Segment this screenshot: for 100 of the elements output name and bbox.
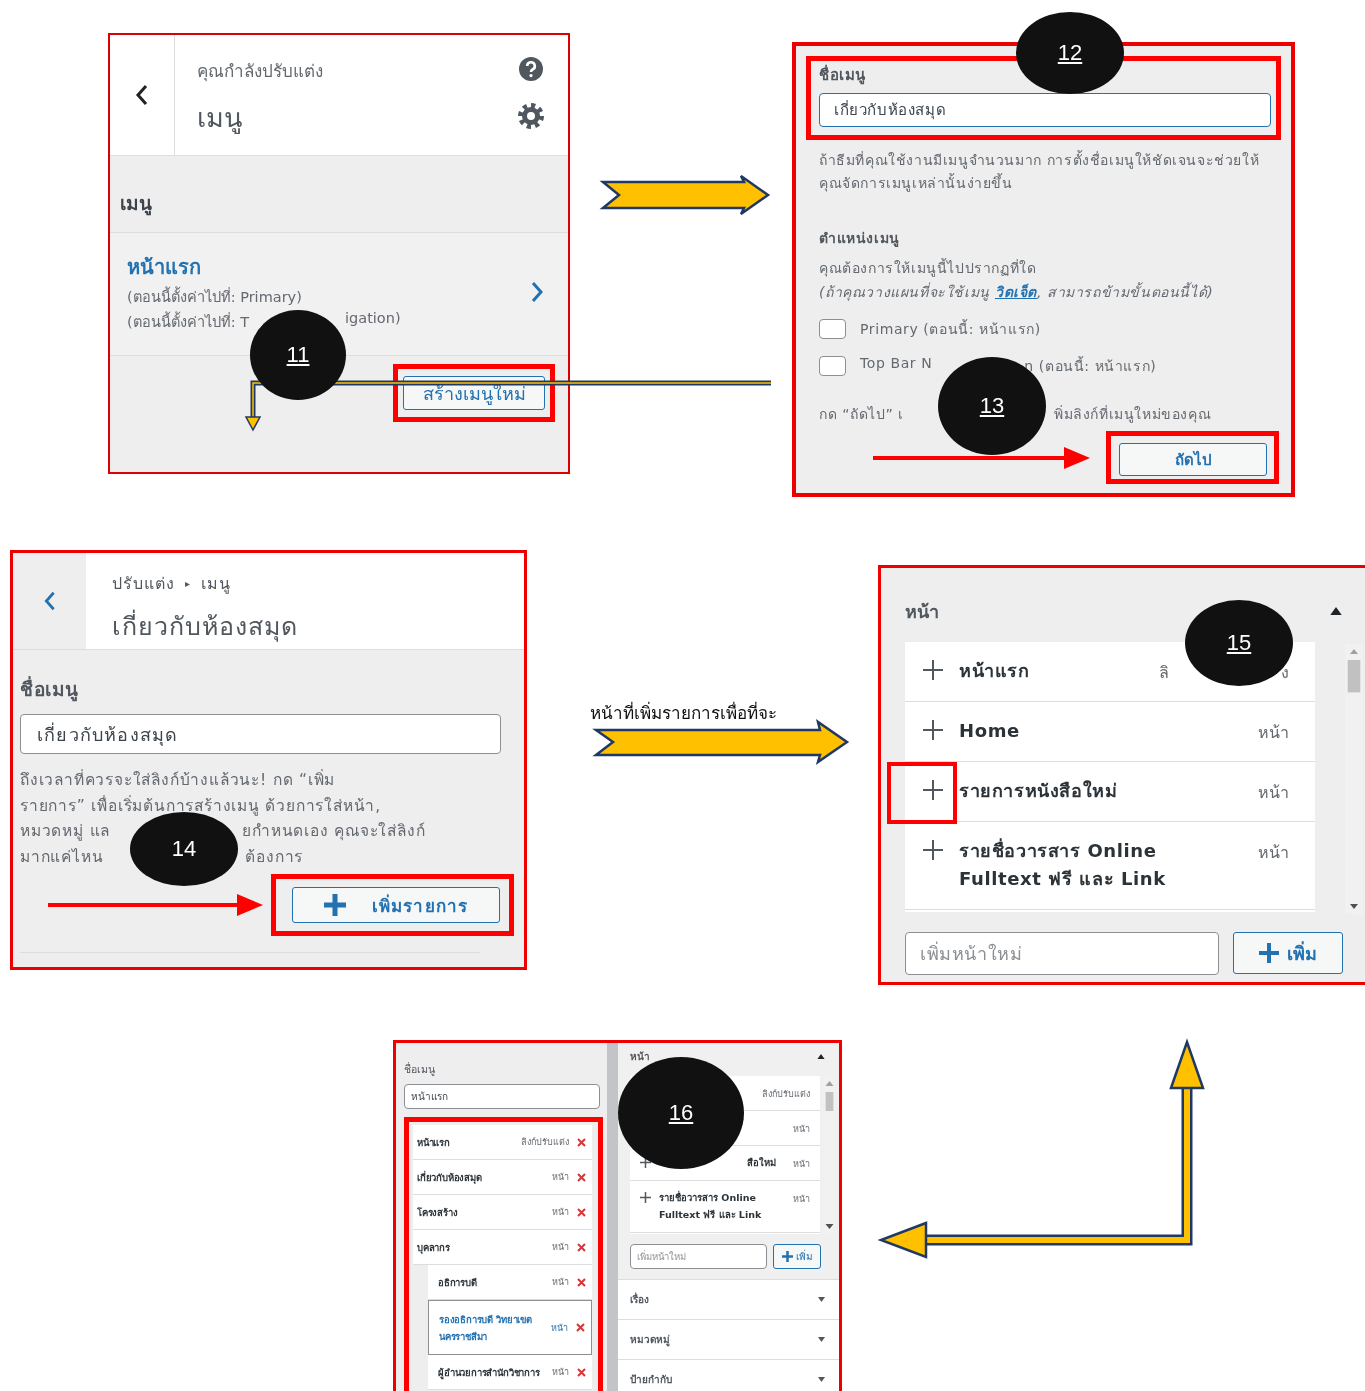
accordion-section[interactable]: หมวดหมู่ xyxy=(618,1319,839,1359)
menu-item-title: หน้าแรก xyxy=(417,1135,451,1150)
checkbox-label: Top Bar N xyxy=(860,355,933,373)
menu-item-type: หน้า xyxy=(552,1276,569,1289)
page-title[interactable]: สือใหม่ xyxy=(747,1154,785,1171)
menu-item-type: หน้า xyxy=(552,1241,569,1254)
field-label: ชื่อเมนู xyxy=(20,675,80,704)
page-type: หน้า xyxy=(793,1193,810,1206)
plus-icon[interactable] xyxy=(923,780,943,800)
settings-icon[interactable] xyxy=(518,103,544,129)
menu-name-field[interactable]: เกี่ยวกับห้องสมุด xyxy=(20,714,501,754)
toggle-arrow-icon[interactable] xyxy=(818,1337,825,1342)
menu-name-field[interactable]: หน้าแรก xyxy=(404,1084,600,1109)
page-title: Home xyxy=(959,719,1021,743)
breadcrumb-item[interactable]: ปรับแต่ง xyxy=(112,571,175,596)
add-page-button[interactable]: เพิ่ม xyxy=(773,1244,821,1269)
header-title: เมนู xyxy=(197,101,243,136)
hint-text: ถึงเวลาที่ควรจะใส่ลิงก์บ้างแล้วนะ! กด “เพิ่ม xyxy=(20,768,336,791)
menu-name-field[interactable]: เกี่ยวกับห้องสมุด xyxy=(819,93,1271,127)
menu-item-type: หน้า xyxy=(552,1171,569,1184)
plus-icon[interactable] xyxy=(923,660,943,680)
chevron-right-icon[interactable] xyxy=(530,280,544,304)
toggle-arrow-icon[interactable] xyxy=(1330,606,1342,616)
step-caption: หน้าที่เพิ่มรายการเพื่อที่จะ xyxy=(590,703,777,723)
step-number-badge: 12 xyxy=(1016,12,1124,94)
menu-item-title: เกี่ยวกับห้องสมุด xyxy=(417,1169,483,1186)
highlight-frame xyxy=(887,762,957,824)
page-type: ลิงก์ปรับแต่ง xyxy=(762,1088,810,1101)
menu-item[interactable]: ผู้อำนวยการสำนักวิชาการ หน้า xyxy=(428,1355,592,1390)
remove-icon[interactable] xyxy=(577,1367,586,1377)
page-title[interactable]: รายชื่อวารสาร Online Fulltext ฟรี และ Link xyxy=(659,1189,785,1223)
menu-item-title: ผู้อำนวยการสำนักวิชาการ xyxy=(438,1365,541,1381)
remove-icon[interactable] xyxy=(576,1323,585,1332)
accordion-section[interactable]: ป้ายกำกับ xyxy=(618,1359,839,1391)
menu-item-type: หน้า xyxy=(552,1366,569,1379)
breadcrumb-separator: ▸ xyxy=(185,578,192,589)
toggle-arrow-icon[interactable] xyxy=(817,1053,825,1060)
page-type: หน้า xyxy=(793,1158,810,1171)
page-item[interactable]: รายชื่อวารสาร Online Fulltext ฟรี และ Link หน้า xyxy=(905,822,1315,910)
remove-icon[interactable] xyxy=(577,1207,586,1217)
menu-location: (ตอนนี้ตั้งค่าไปที่: T xyxy=(127,310,249,333)
plus-icon[interactable] xyxy=(640,1192,651,1203)
menu-item-title: อธิการบดี xyxy=(438,1275,478,1290)
page-type: ง xyxy=(1281,662,1289,684)
menu-item[interactable]: รองอธิการบดี วิทยาเขตนครราชสีมา หน้า xyxy=(428,1300,592,1355)
page-title: รายการหนังสือใหม่ xyxy=(959,779,1119,803)
menu-item[interactable]: บุคลากร หน้า xyxy=(413,1230,592,1265)
section-question: คุณต้องการให้เมนูนี้ไปปรากฏที่ใด xyxy=(819,257,1038,279)
hint-text: ต้องการ xyxy=(245,846,304,868)
toggle-arrow-icon[interactable] xyxy=(818,1297,825,1302)
menu-item-title: รองอธิการบดี วิทยาเขตนครราชสีมา xyxy=(439,1312,533,1344)
field-label: ชื่อเมนู xyxy=(404,1061,436,1078)
page-type: หน้า xyxy=(793,1123,810,1136)
breadcrumb-item[interactable]: เมนู xyxy=(201,571,232,596)
plus-icon[interactable] xyxy=(923,840,943,860)
menu-item-title: โครงสร้าง xyxy=(417,1205,459,1220)
menu-title: เกี่ยวกับห้องสมุด xyxy=(112,606,498,646)
menu-location: (ตอนนี้ตั้งค่าไปที่: Primary) xyxy=(127,285,302,308)
field-hint: ถ้าธีมที่คุณใช้งานมีเมนูจำนวนมาก การตั้งชื่อเมนูให้ชัดเจนจะช่วยให้คุณจัดการเมนูเหล่านั้นง่ายขึ้น xyxy=(819,149,1261,194)
remove-icon[interactable] xyxy=(577,1172,586,1182)
menu-item-type: หน้า xyxy=(551,1321,568,1335)
next-button[interactable]: ถัดไป xyxy=(1119,443,1267,476)
checkbox[interactable] xyxy=(819,319,846,339)
menu-item-type: หน้า xyxy=(552,1206,569,1219)
accordion-section[interactable]: เรื่อง xyxy=(618,1279,839,1319)
header-subtitle: คุณกำลังปรับแต่ง xyxy=(197,60,324,84)
widgets-link[interactable]: วิดเจ็ต xyxy=(994,284,1037,300)
remove-icon[interactable] xyxy=(577,1277,586,1287)
help-icon[interactable] xyxy=(519,57,543,81)
menu-item[interactable]: อธิการบดี หน้า xyxy=(428,1265,592,1300)
page-item[interactable]: Home หน้า xyxy=(905,702,1315,762)
page-type: หน้า xyxy=(1258,782,1289,804)
toggle-arrow-icon[interactable] xyxy=(818,1377,825,1382)
checkbox-label: Primary (ตอนนี้: หน้าแรก) xyxy=(860,318,1041,339)
back-icon[interactable] xyxy=(135,83,149,107)
menu-item[interactable]: หน้าแรก ลิงก์ปรับแต่ง xyxy=(413,1125,592,1160)
next-hint: กด “ถัดไป” เ xyxy=(819,405,904,424)
menu-item[interactable]: เกี่ยวกับห้องสมุด หน้า xyxy=(413,1160,592,1195)
hint-text: ยกำหนดเอง คุณจะใส่ลิงก์ xyxy=(242,821,426,843)
new-page-field[interactable]: เพิ่มหน้าใหม่ xyxy=(630,1244,767,1269)
scrollbar[interactable] xyxy=(607,1043,618,1391)
plus-icon[interactable] xyxy=(923,720,943,740)
page-title: หน้าแรก xyxy=(959,659,1031,683)
page-type: หน้า xyxy=(1258,842,1289,864)
section-title: หน้า xyxy=(905,599,939,624)
checkbox[interactable] xyxy=(819,356,846,376)
page-item[interactable]: รายการหนังสือใหม่ หน้า xyxy=(905,762,1315,822)
menu-location: igation) xyxy=(345,310,401,328)
menu-name: หน้าแรก xyxy=(127,254,202,281)
add-items-button[interactable]: เพิ่มรายการ xyxy=(292,887,500,924)
hint-text: มากแค่ไหน xyxy=(20,846,104,868)
page-title: รายชื่อวารสาร Online Fulltext ฟรี และ Link xyxy=(959,837,1167,891)
remove-icon[interactable] xyxy=(577,1242,586,1252)
field-label: ชื่อเมนู xyxy=(819,63,867,87)
add-page-button[interactable]: เพิ่ม xyxy=(1233,932,1343,974)
menu-item-title: บุคลากร xyxy=(417,1240,451,1256)
hint-text: หมวดหมู่ แล xyxy=(20,821,111,843)
section-note: (ถ้าคุณวางแผนที่จะใช้เมนู วิดเจ็ต, สามารถข้ามขั้นตอนนี้ได้) xyxy=(819,281,1215,303)
menu-item[interactable]: โครงสร้าง หน้า xyxy=(413,1195,592,1230)
remove-icon[interactable] xyxy=(577,1137,586,1147)
